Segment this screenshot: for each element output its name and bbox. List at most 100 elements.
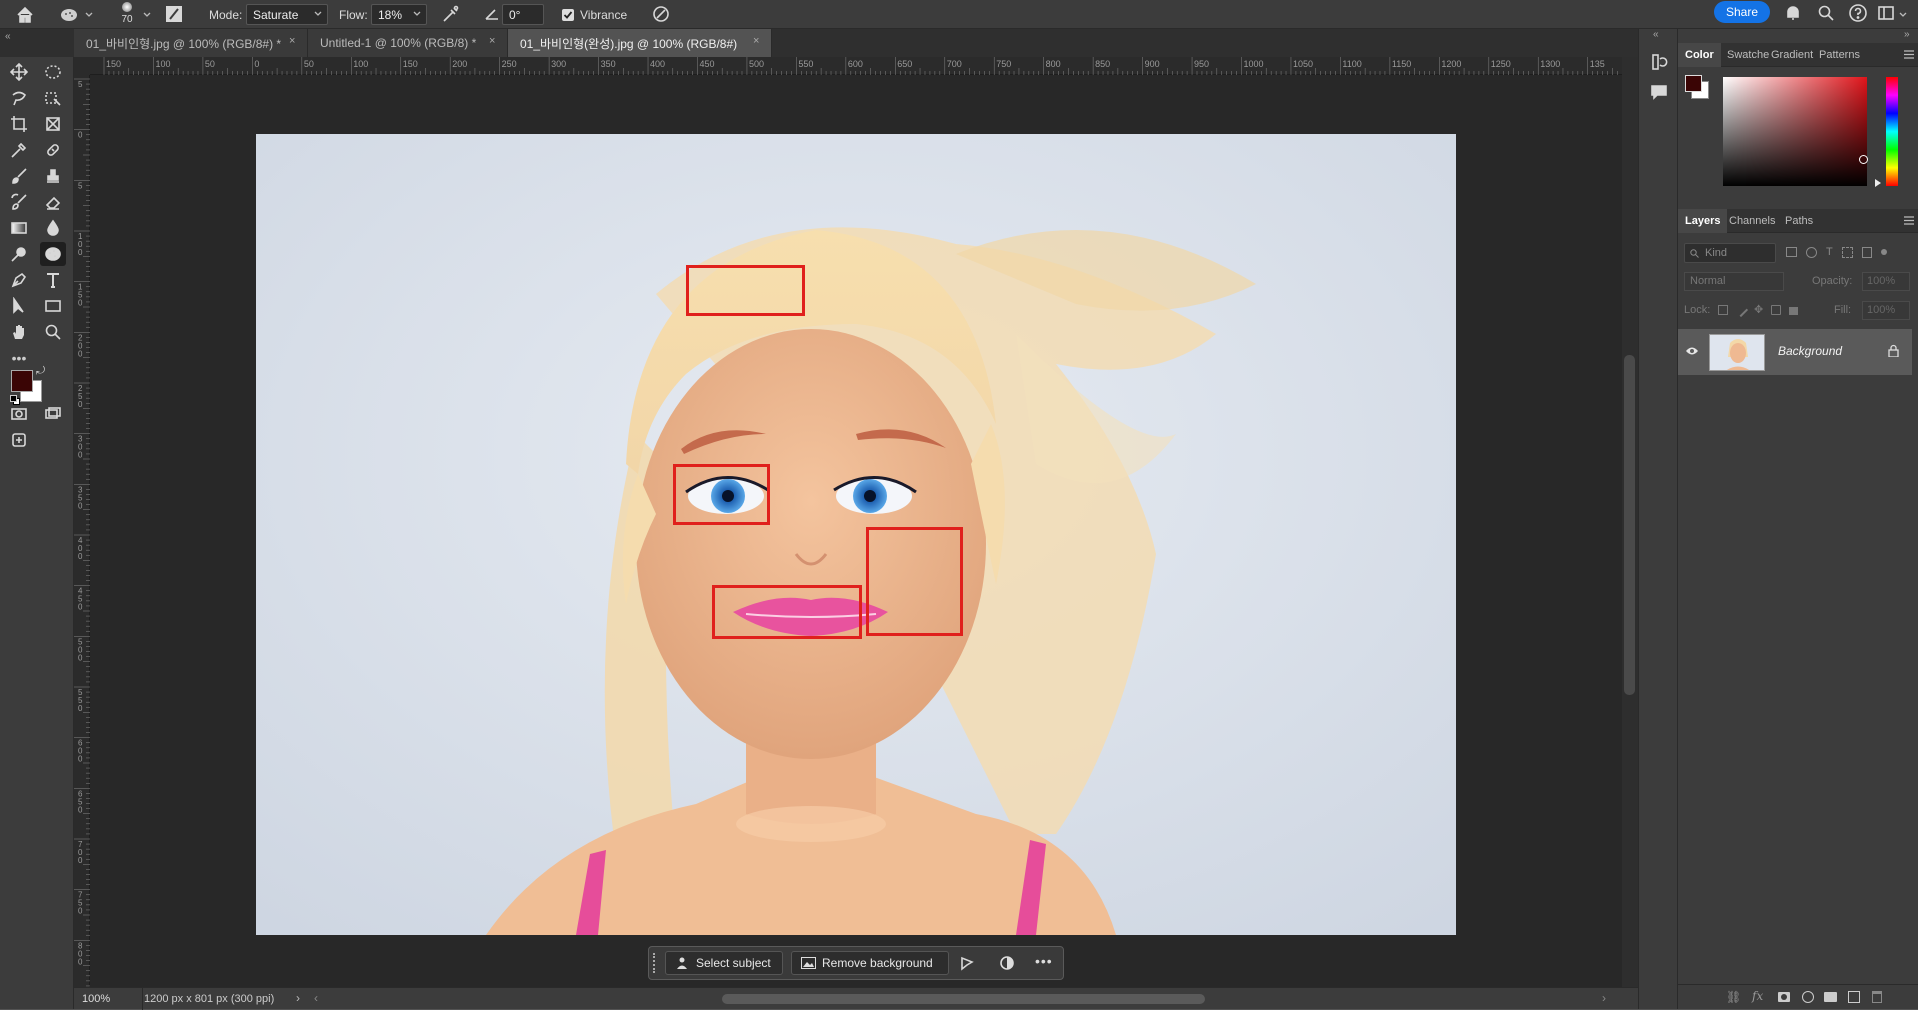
adjustment-icon[interactable] (999, 955, 1015, 971)
bell-icon[interactable] (1784, 4, 1802, 22)
adjustment-layer-icon[interactable] (1802, 991, 1814, 1003)
blend-mode-select[interactable]: Normal (1684, 272, 1784, 291)
move-tool-icon[interactable] (6, 60, 32, 84)
lock-transparent-icon[interactable] (1718, 305, 1728, 315)
filter-pixel-icon[interactable] (1786, 247, 1797, 257)
path-select-icon[interactable] (6, 294, 32, 318)
add-mask-icon[interactable] (1778, 992, 1790, 1002)
lock-image-icon[interactable] (1733, 302, 1749, 318)
chevron-down-icon[interactable] (142, 10, 152, 20)
swap-colors-icon[interactable]: ⤾ (36, 365, 45, 378)
pressure-size-icon[interactable] (651, 4, 671, 24)
share-button[interactable]: Share (1714, 1, 1770, 23)
select-subject-button[interactable]: Select subject (665, 951, 783, 975)
expand-arrows-icon[interactable]: » (1904, 29, 1910, 40)
remove-background-button[interactable]: Remove background (791, 951, 949, 975)
object-select-icon[interactable] (40, 86, 66, 110)
delete-layer-icon[interactable] (1872, 991, 1882, 1003)
eyedropper-icon[interactable] (6, 138, 32, 162)
lock-artboard-icon[interactable] (1771, 305, 1782, 315)
close-icon[interactable]: × (489, 36, 499, 47)
tab-paths[interactable]: Paths (1778, 209, 1820, 233)
type-icon[interactable] (40, 268, 66, 292)
home-icon[interactable] (16, 0, 34, 29)
lock-position-icon[interactable]: ✥ (1754, 305, 1763, 316)
rectangle-icon[interactable] (40, 294, 66, 318)
tab-document-active[interactable]: 01_바비인형(완성).jpg @ 100% (RGB/8#) × (508, 29, 772, 57)
chevron-right-icon[interactable]: › (296, 991, 300, 1005)
history-brush-icon[interactable] (6, 190, 32, 214)
more-options-icon[interactable]: ••• (1035, 953, 1053, 969)
layer-filter-kind-select[interactable]: Kind (1684, 243, 1776, 263)
brush-preset-picker[interactable]: 70 (114, 0, 140, 29)
quick-mask-icon[interactable] (6, 402, 32, 426)
workspace-icon[interactable] (1877, 4, 1895, 22)
gradient-icon[interactable] (6, 216, 32, 240)
drag-handle[interactable] (653, 953, 656, 973)
scroll-right-arrow-icon[interactable]: › (1602, 991, 1606, 1005)
close-icon[interactable]: × (753, 36, 763, 47)
foreground-color-swatch[interactable] (11, 370, 33, 392)
tab-document-1[interactable]: 01_바비인형.jpg @ 100% (RGB/8#) * × (74, 29, 308, 57)
brush-settings-icon[interactable] (164, 4, 184, 24)
tab-patterns[interactable]: Patterns (1812, 43, 1867, 67)
vibrance-checkbox[interactable] (562, 9, 574, 21)
more-tools-icon[interactable]: ••• (6, 346, 32, 370)
eye-visibility-icon[interactable] (1685, 346, 1699, 356)
collapse-arrows-icon[interactable]: « (5, 31, 11, 42)
search-icon[interactable] (1817, 4, 1835, 22)
document-canvas-image[interactable] (256, 134, 1456, 935)
panel-menu-icon[interactable] (1904, 216, 1914, 225)
pen-icon[interactable] (6, 268, 32, 292)
ellipse-marquee-icon[interactable] (40, 60, 66, 84)
color-picker-field[interactable] (1723, 77, 1868, 186)
zoom-level[interactable]: 100% (82, 993, 110, 1005)
panel-menu-icon[interactable] (1904, 50, 1914, 59)
edit-toolbar-icon[interactable] (6, 428, 32, 452)
layer-name[interactable]: Background (1778, 344, 1842, 358)
link-layers-icon[interactable]: ⛓ (1726, 990, 1741, 1004)
eraser-icon[interactable] (40, 190, 66, 214)
color-panel-fg-swatch[interactable] (1685, 75, 1702, 92)
filter-toggle-icon[interactable] (1880, 249, 1887, 255)
frame-icon[interactable] (40, 112, 66, 136)
angle-input[interactable]: 0° (502, 4, 544, 25)
tab-channels[interactable]: Channels (1722, 209, 1782, 233)
new-layer-icon[interactable] (1848, 991, 1860, 1003)
filter-type-icon[interactable]: T (1826, 247, 1833, 258)
tool-preset-picker[interactable] (60, 0, 94, 29)
hue-slider-handle[interactable] (1875, 179, 1881, 187)
sponge-tool-icon[interactable] (40, 242, 66, 266)
hand-icon[interactable] (6, 320, 32, 344)
help-icon[interactable] (1848, 3, 1868, 23)
screen-mode-icon[interactable] (40, 402, 66, 426)
brush-icon[interactable] (6, 164, 32, 188)
stamp-icon[interactable] (40, 164, 66, 188)
tab-untitled-1[interactable]: Untitled-1 @ 100% (RGB/8) * × (308, 29, 508, 57)
chevron-down-icon[interactable] (1898, 10, 1908, 20)
blur-icon[interactable] (40, 216, 66, 240)
zoom-icon[interactable] (40, 320, 66, 344)
crop-icon[interactable] (6, 112, 32, 136)
tab-layers[interactable]: Layers (1678, 209, 1728, 233)
group-folder-icon[interactable] (1824, 992, 1837, 1002)
lock-all-icon[interactable] (1789, 307, 1799, 315)
close-icon[interactable]: × (289, 36, 299, 47)
horizontal-scroll-thumb[interactable] (722, 994, 1205, 1004)
tab-color[interactable]: Color (1678, 43, 1721, 67)
lasso-icon[interactable] (6, 86, 32, 110)
mode-select[interactable]: Saturate (246, 4, 328, 25)
filter-smart-object-icon[interactable] (1861, 247, 1872, 258)
vertical-scroll-thumb[interactable] (1624, 355, 1635, 695)
flow-input[interactable]: 18% (371, 4, 427, 25)
comments-panel-icon[interactable] (1650, 83, 1668, 101)
hue-slider[interactable] (1886, 77, 1898, 186)
filter-adjustment-icon[interactable] (1806, 247, 1817, 258)
history-panel-icon[interactable] (1650, 53, 1668, 71)
layer-row-background[interactable]: Background (1678, 329, 1912, 375)
dodge-icon[interactable] (6, 242, 32, 266)
filter-shape-icon[interactable] (1841, 247, 1853, 258)
fx-icon[interactable]: fx (1752, 989, 1763, 1003)
healing-brush-icon[interactable] (40, 138, 66, 162)
scroll-left-arrow-icon[interactable]: ‹ (314, 991, 318, 1005)
